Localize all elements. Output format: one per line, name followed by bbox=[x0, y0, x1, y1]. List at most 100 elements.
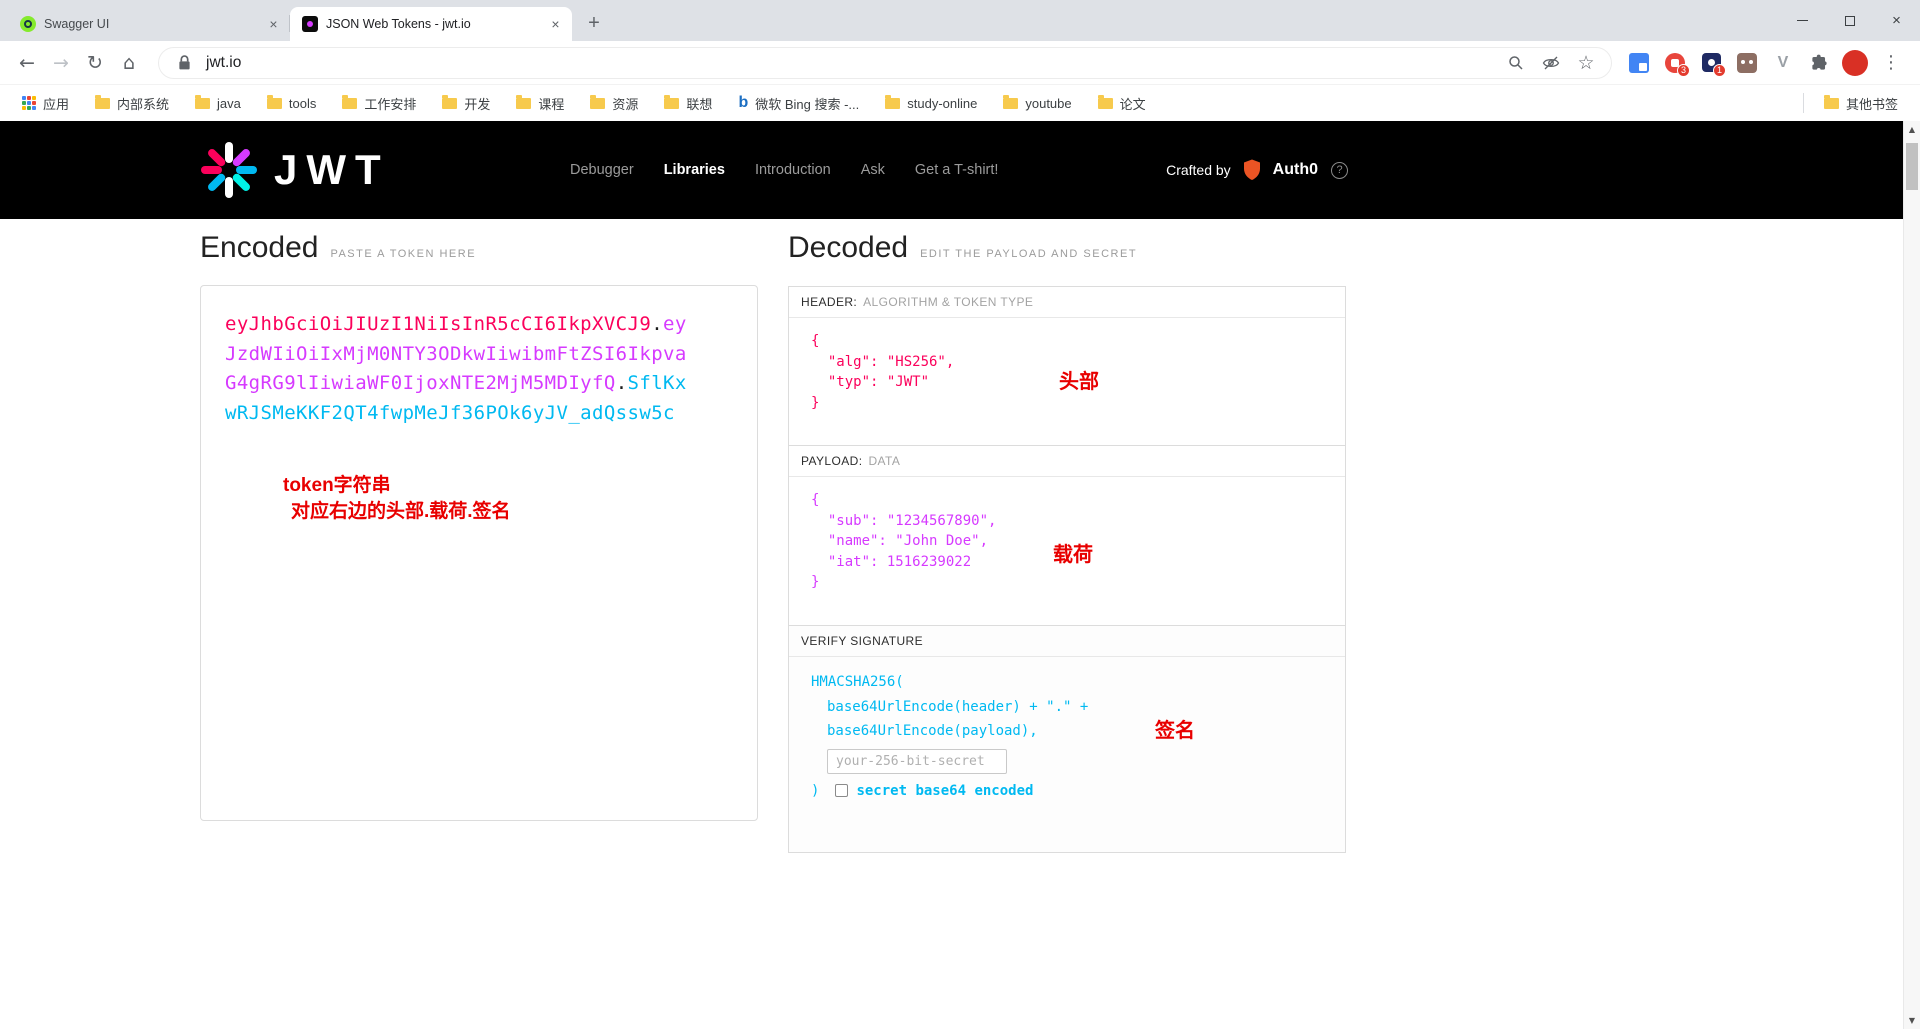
token-input-box[interactable]: eyJhbGciOiJIUzI1NiIsInR5cCI6IkpXVCJ9.eyJ… bbox=[200, 285, 758, 821]
nav-debugger[interactable]: Debugger bbox=[570, 162, 634, 178]
scrollbar-thumb[interactable] bbox=[1906, 143, 1918, 190]
other-bookmarks[interactable]: 其他书签 bbox=[1816, 91, 1906, 116]
bookmark-folder-study-online[interactable]: study-online bbox=[877, 93, 985, 114]
bookmark-folder-tools[interactable]: tools bbox=[259, 93, 324, 114]
zoom-icon[interactable] bbox=[1503, 50, 1529, 76]
json-line: } bbox=[811, 574, 820, 590]
bookmark-folder-internal[interactable]: 内部系统 bbox=[87, 91, 177, 116]
scroll-up-icon[interactable]: ▲ bbox=[1904, 121, 1920, 138]
eye-slash-icon[interactable] bbox=[1538, 50, 1564, 76]
tab-swagger-ui[interactable]: Swagger UI × bbox=[8, 7, 290, 41]
bookmark-label: 其他书签 bbox=[1845, 96, 1898, 112]
bookmark-label: 微软 Bing 搜索 -... bbox=[755, 96, 860, 112]
help-icon[interactable]: ? bbox=[1331, 161, 1348, 179]
bookmark-bing[interactable]: b 微软 Bing 搜索 -... bbox=[730, 91, 867, 116]
minimize-button[interactable] bbox=[1779, 0, 1826, 41]
nav-tshirt[interactable]: Get a T-shirt! bbox=[915, 162, 999, 178]
bookmark-folder-resource[interactable]: 资源 bbox=[582, 91, 646, 116]
extension-badge: 3 bbox=[1677, 63, 1690, 77]
decoded-heading: Decoded bbox=[788, 231, 909, 264]
signature-annotation: 签名 bbox=[1155, 720, 1195, 742]
url-text[interactable]: jwt.io bbox=[206, 54, 241, 72]
bookmark-star-icon[interactable]: ☆ bbox=[1573, 50, 1599, 76]
payload-box-label-row: PAYLOAD: DATA bbox=[789, 446, 1345, 477]
bookmark-folder-lenovo[interactable]: 联想 bbox=[656, 91, 720, 116]
folder-icon bbox=[664, 94, 680, 109]
translate-glyph-icon bbox=[1629, 52, 1649, 73]
folder-icon bbox=[1003, 94, 1019, 109]
red-extension-icon[interactable]: 3 bbox=[1660, 48, 1690, 78]
puzzle-extensions-icon[interactable] bbox=[1804, 48, 1834, 78]
close-paren: ) bbox=[811, 782, 820, 799]
site-nav: Debugger Libraries Introduction Ask Get … bbox=[570, 121, 998, 219]
crafted-by-text: Crafted by bbox=[1166, 162, 1231, 178]
nav-libraries[interactable]: Libraries bbox=[664, 162, 725, 178]
close-window-button[interactable]: × bbox=[1873, 0, 1920, 41]
bookmark-label: study-online bbox=[907, 95, 978, 111]
signature-line: base64UrlEncode(payload), bbox=[827, 723, 1038, 739]
decoded-payload-box: PAYLOAD: DATA { "sub": "1234567890", "na… bbox=[788, 445, 1346, 626]
forward-button[interactable]: → bbox=[44, 46, 78, 80]
tab-close-icon[interactable]: × bbox=[547, 16, 564, 33]
token-dot: . bbox=[615, 372, 628, 394]
bookmark-label: 资源 bbox=[612, 96, 639, 112]
home-button[interactable]: ⌂ bbox=[112, 46, 146, 80]
address-bar[interactable]: jwt.io ☆ bbox=[158, 46, 1612, 79]
folder-icon bbox=[1823, 94, 1839, 109]
swagger-favicon-icon bbox=[20, 16, 36, 32]
extension-badge: 1 bbox=[1713, 63, 1726, 77]
bookmark-folder-youtube[interactable]: youtube bbox=[995, 93, 1079, 114]
bookmark-folder-dev[interactable]: 开发 bbox=[434, 91, 498, 116]
bookmark-apps[interactable]: 应用 bbox=[14, 91, 77, 116]
back-button[interactable]: ← bbox=[10, 46, 44, 80]
new-tab-button[interactable]: + bbox=[580, 9, 608, 37]
dark-extension-icon[interactable]: 1 bbox=[1696, 48, 1726, 78]
debugger-main: Encoded PASTE A TOKEN HERE eyJhbGciOiJIUz… bbox=[200, 219, 1348, 1029]
payload-json[interactable]: { "sub": "1234567890", "name": "John Doe… bbox=[789, 477, 1345, 593]
header-label: HEADER: bbox=[801, 295, 858, 309]
decoded-title: Decoded EDIT THE PAYLOAD AND SECRET bbox=[788, 231, 1137, 265]
v-glyph-icon: V bbox=[1777, 53, 1789, 71]
decoded-subtitle: EDIT THE PAYLOAD AND SECRET bbox=[920, 248, 1138, 260]
jwt-logo[interactable]: JWT bbox=[200, 121, 390, 219]
page-scrollbar[interactable]: ▲ ▼ bbox=[1903, 121, 1920, 1029]
decoded-header-box: HEADER: ALGORITHM & TOKEN TYPE { "alg": … bbox=[788, 286, 1346, 446]
bookmark-folder-course[interactable]: 课程 bbox=[508, 91, 572, 116]
tab-close-icon[interactable]: × bbox=[265, 16, 282, 33]
auth0-link[interactable]: Auth0 bbox=[1273, 161, 1318, 179]
secret-input[interactable] bbox=[827, 748, 1007, 774]
bookmark-label: java bbox=[217, 95, 241, 111]
page-content: JWT Debugger Libraries Introduction Ask … bbox=[0, 121, 1920, 1029]
tab-jwt-io[interactable]: JSON Web Tokens - jwt.io × bbox=[290, 7, 572, 41]
translate-extension-icon[interactable] bbox=[1624, 48, 1654, 78]
jwt-logo-text: JWT bbox=[274, 146, 390, 193]
nav-introduction[interactable]: Introduction bbox=[755, 162, 831, 178]
signature-last-row: ) secret base64 encoded bbox=[811, 779, 1345, 804]
reload-button[interactable]: ↻ bbox=[78, 46, 112, 80]
v-extension-icon[interactable]: V bbox=[1768, 48, 1798, 78]
bookmark-folder-schedule[interactable]: 工作安排 bbox=[334, 91, 424, 116]
bing-icon: b bbox=[738, 94, 749, 111]
bookmark-folder-java[interactable]: java bbox=[187, 93, 249, 114]
jwt-token-text[interactable]: eyJhbGciOiJIUzI1NiIsInR5cCI6IkpXVCJ9.eyJ… bbox=[225, 310, 687, 428]
payload-sublabel: DATA bbox=[868, 454, 901, 468]
base64-checkbox-label[interactable]: secret base64 encoded bbox=[856, 779, 1033, 804]
signature-box-label-row: VERIFY SIGNATURE bbox=[789, 626, 1345, 657]
token-header-segment: eyJhbGciOiJIUzI1NiIsInR5cCI6IkpXVCJ9 bbox=[225, 313, 652, 335]
maximize-button[interactable] bbox=[1826, 0, 1873, 41]
base64-encoded-checkbox[interactable] bbox=[835, 784, 849, 798]
nav-ask[interactable]: Ask bbox=[861, 162, 885, 178]
bookmark-label: youtube bbox=[1025, 95, 1072, 111]
browser-menu-icon[interactable]: ⋮ bbox=[1876, 48, 1906, 78]
mask-extension-icon[interactable] bbox=[1732, 48, 1762, 78]
scroll-down-icon[interactable]: ▼ bbox=[1904, 1012, 1920, 1029]
token-annotation: token字符串 对应右边的头部.载荷.签名 bbox=[283, 473, 511, 525]
header-annotation: 头部 bbox=[1059, 371, 1099, 393]
folder-icon bbox=[95, 94, 111, 109]
folder-icon bbox=[590, 94, 606, 109]
annotation-line: 对应右边的头部.载荷.签名 bbox=[291, 501, 511, 522]
folder-icon bbox=[266, 94, 282, 109]
bookmark-folder-thesis[interactable]: 论文 bbox=[1090, 91, 1154, 116]
profile-avatar[interactable] bbox=[1840, 48, 1870, 78]
folder-icon bbox=[442, 94, 458, 109]
